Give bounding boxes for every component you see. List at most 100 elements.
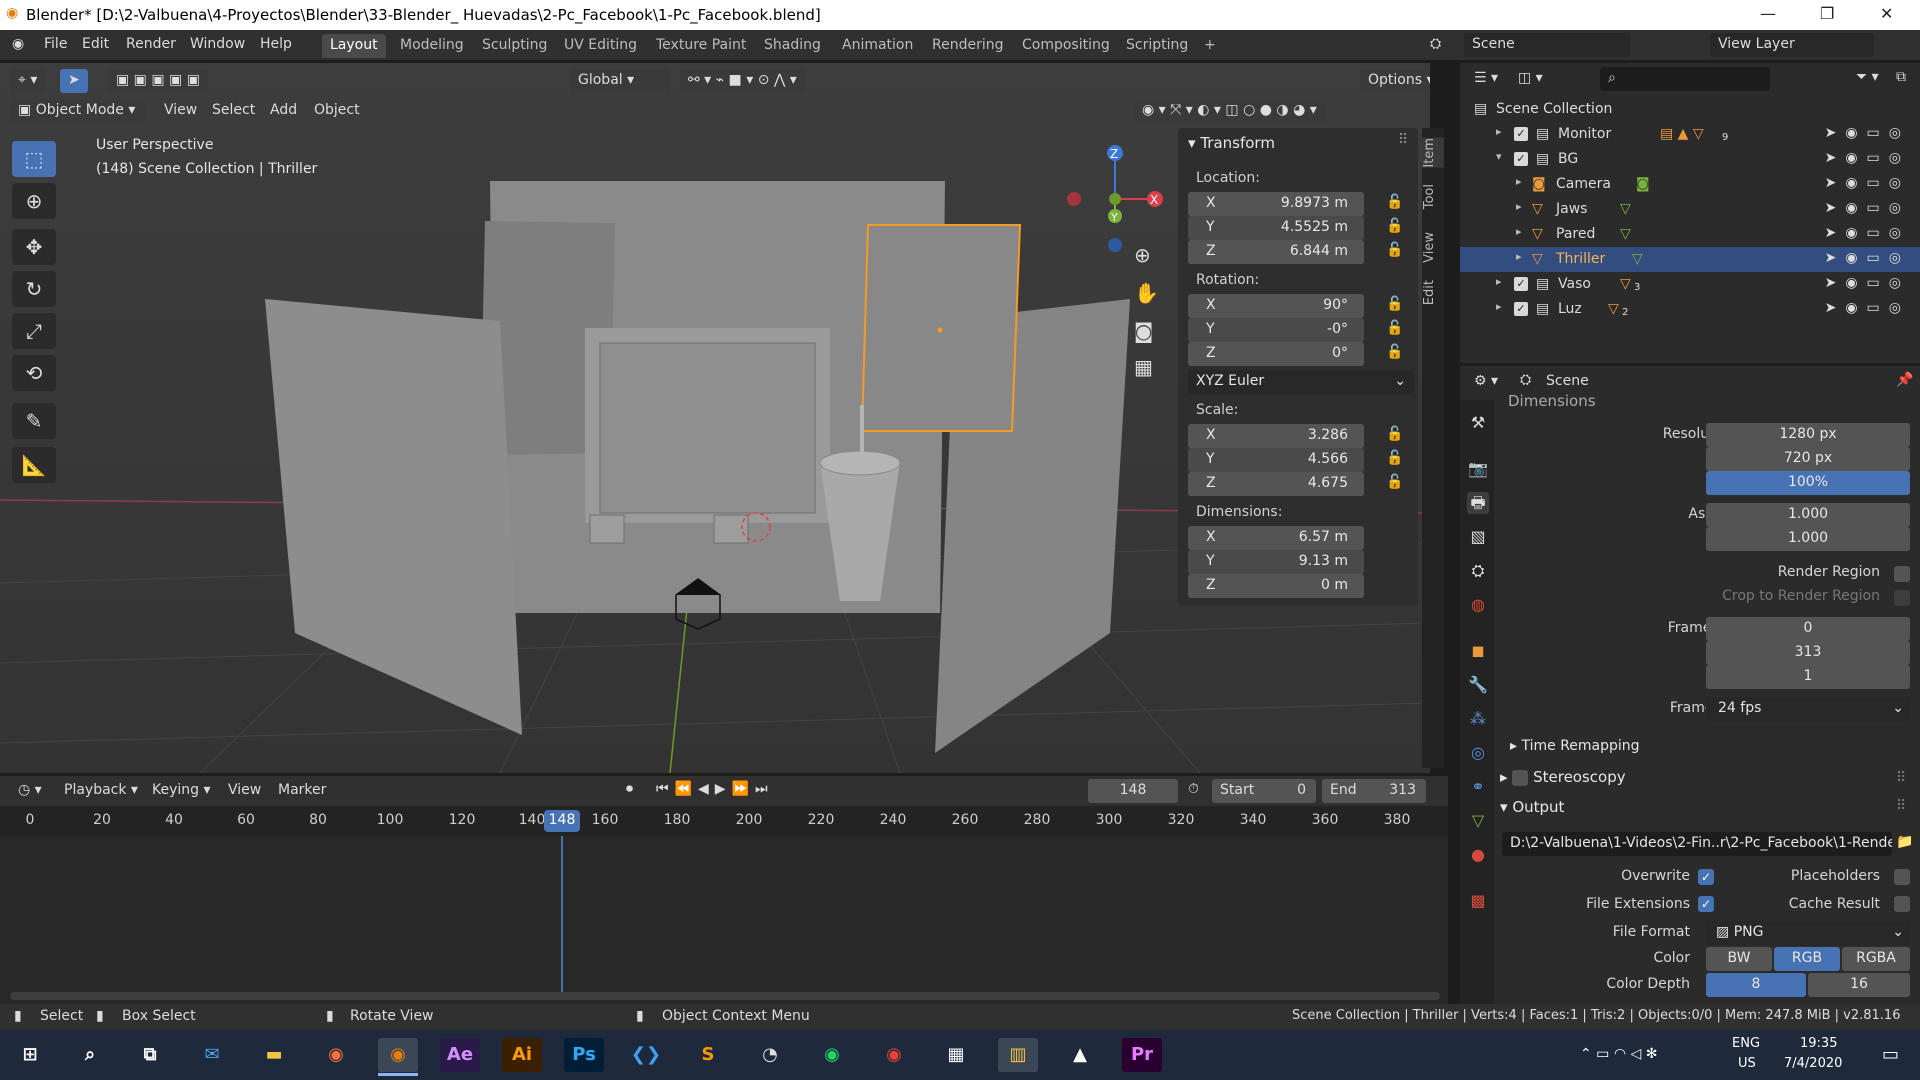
tab-edit[interactable]: Edit xyxy=(1422,280,1444,305)
tool-props-icon[interactable]: ⚒ xyxy=(1467,412,1489,434)
view-layer-props-icon[interactable]: ▧ xyxy=(1467,526,1489,548)
color-rgb-button[interactable]: RGB xyxy=(1774,947,1840,971)
lock-icon[interactable]: 🔓 xyxy=(1386,450,1403,466)
render-props-icon[interactable]: 📷 xyxy=(1467,458,1489,480)
color-depth-8-button[interactable]: 8 xyxy=(1706,973,1806,997)
physics-props-icon[interactable]: ◎ xyxy=(1467,742,1489,764)
data-props-icon[interactable]: ▽ xyxy=(1467,810,1489,832)
timeline-menu-marker[interactable]: Marker xyxy=(278,782,326,798)
vp-menu-add[interactable]: Add xyxy=(270,102,297,118)
outliner-row-luz[interactable]: ▸ ✓ ▤ Luz ▽ 2 ➤◉▭◎ xyxy=(1460,297,1920,322)
object-props-icon[interactable]: ◼ xyxy=(1467,640,1489,662)
dimensions-x-field[interactable]: X 6.57 m xyxy=(1188,526,1364,550)
row-visibility-icons[interactable]: ➤◉▭◎ xyxy=(1825,175,1910,191)
playhead-line[interactable] xyxy=(561,836,563,996)
tab-layout[interactable]: Layout xyxy=(322,34,386,58)
texture-props-icon[interactable]: ▩ xyxy=(1467,890,1489,912)
row-visibility-icons[interactable]: ➤◉▭◎ xyxy=(1825,275,1910,291)
resolution-x-field[interactable]: 1280 px xyxy=(1706,423,1910,447)
expand-arrow-icon[interactable]: ▾ xyxy=(1496,150,1502,163)
clock-app-icon[interactable]: ◔ xyxy=(750,1038,790,1072)
pan-hand-icon[interactable]: ✋ xyxy=(1134,281,1159,305)
drag-handle-icon[interactable]: ⠿ xyxy=(1896,770,1906,786)
location-x-field[interactable]: X 9.8973 m xyxy=(1188,192,1364,216)
filter-icon[interactable]: ⏷ ▾ xyxy=(1856,69,1879,85)
tab-modeling[interactable]: Modeling xyxy=(392,34,472,58)
blender-taskbar-icon[interactable]: ◉ xyxy=(378,1038,418,1076)
illustrator-icon[interactable]: Ai xyxy=(502,1038,542,1072)
timeline-editor-type-button[interactable]: ◷ ▾ xyxy=(10,779,50,803)
menu-file[interactable]: File xyxy=(44,36,67,52)
cursor-tool[interactable]: ⊕ xyxy=(12,183,56,219)
clock-date[interactable]: 7/4/2020 xyxy=(1784,1056,1842,1071)
tab-uv-editing[interactable]: UV Editing xyxy=(556,34,645,58)
timeline-scrollbar[interactable] xyxy=(10,992,1440,1000)
record-button[interactable]: ⏺ xyxy=(626,781,633,797)
expand-arrow-icon[interactable]: ▸ xyxy=(1516,175,1522,188)
tab-scripting[interactable]: Scripting xyxy=(1118,34,1196,58)
placeholders-checkbox[interactable] xyxy=(1894,869,1910,885)
tab-tool[interactable]: Tool xyxy=(1422,184,1444,209)
lock-icon[interactable]: 🔓 xyxy=(1386,320,1403,336)
scale-y-field[interactable]: Y 4.566 xyxy=(1188,448,1364,472)
stereoscopy-panel[interactable]: ▸ Stereoscopy xyxy=(1500,768,1626,786)
resolution-y-field[interactable]: 720 px xyxy=(1706,447,1910,471)
transform-tool[interactable]: ⟲ xyxy=(12,355,56,391)
menu-render[interactable]: Render xyxy=(126,36,176,52)
row-visibility-icons[interactable]: ➤◉▭◎ xyxy=(1825,250,1910,266)
expand-arrow-icon[interactable]: ▸ xyxy=(1496,300,1502,313)
location-y-field[interactable]: Y 4.5525 m xyxy=(1188,216,1364,240)
visibility-overlay-shading-buttons[interactable]: ◉ ▾ ⤧ ▾ ◐ ▾ ◫ ○ ● ◑ ◕ ▾ xyxy=(1134,99,1325,123)
locale-label[interactable]: US xyxy=(1738,1056,1756,1071)
aspect-x-field[interactable]: 1.000 xyxy=(1706,503,1910,527)
notification-icon[interactable]: ▭ xyxy=(1882,1044,1899,1065)
vscode-icon[interactable]: ❮❯ xyxy=(626,1038,666,1072)
rotation-x-field[interactable]: X 90° xyxy=(1188,294,1364,318)
photoshop-icon[interactable]: Ps xyxy=(564,1038,604,1072)
chrome-icon[interactable]: ◉ xyxy=(874,1038,914,1072)
pin-icon[interactable]: 📌 xyxy=(1896,372,1913,388)
tab-rendering[interactable]: Rendering xyxy=(924,34,1012,58)
frame-end-field[interactable]: 313 xyxy=(1706,641,1910,665)
photos-icon[interactable]: ▲ xyxy=(1060,1038,1100,1072)
color-rgba-button[interactable]: RGBA xyxy=(1842,947,1910,971)
timeline-menu-view[interactable]: View xyxy=(228,782,261,798)
aspect-y-field[interactable]: 1.000 xyxy=(1706,527,1910,551)
scene-icon[interactable]: ⛭ xyxy=(1430,36,1441,52)
outliner-row-vaso[interactable]: ▸ ✓ ▤ Vaso ▽ 3 ➤◉▭◎ xyxy=(1460,272,1920,297)
expand-arrow-icon[interactable]: ▸ xyxy=(1516,200,1522,213)
editor-type-button[interactable]: ⌖ ▾ xyxy=(10,69,46,93)
mail-icon[interactable]: ✉ xyxy=(192,1038,232,1072)
transform-orientation-select[interactable]: Global ▾ xyxy=(570,69,670,93)
outliner-row-pared[interactable]: ▸ ▽ Pared ▽ ➤◉▭◎ xyxy=(1460,222,1920,247)
options-button[interactable]: Options ▾ xyxy=(1360,69,1430,93)
row-visibility-icons[interactable]: ➤◉▭◎ xyxy=(1825,225,1910,241)
tab-compositing[interactable]: Compositing xyxy=(1014,34,1118,58)
location-z-field[interactable]: Z 6.844 m xyxy=(1188,240,1364,264)
outliner-editor-type[interactable]: ☰ ▾ xyxy=(1466,67,1507,91)
outliner-row-monitor[interactable]: ▸ ✓ ▤ Monitor ▤ ▲ ▽ 9 ➤◉▭◎ xyxy=(1460,122,1920,147)
file-explorer-icon[interactable]: ▬ xyxy=(254,1038,294,1072)
row-visibility-icons[interactable]: ➤◉▭◎ xyxy=(1825,150,1910,166)
stereoscopy-checkbox[interactable] xyxy=(1512,769,1529,786)
after-effects-icon[interactable]: Ae xyxy=(440,1038,480,1072)
calculator-icon[interactable]: ▦ xyxy=(936,1038,976,1072)
view-layer-selector[interactable]: View Layer xyxy=(1710,33,1874,57)
zoom-icon[interactable]: ⊕ xyxy=(1134,243,1151,267)
end-frame-field[interactable]: End 313 xyxy=(1322,779,1426,803)
outliner-row-jaws[interactable]: ▸ ▽ Jaws ▽ ➤◉▭◎ xyxy=(1460,197,1920,222)
vp-menu-view[interactable]: View xyxy=(164,102,197,118)
frame-rate-select[interactable]: 24 fps ⌄ xyxy=(1706,697,1910,721)
blender-menu-icon[interactable]: ◉ xyxy=(12,36,24,52)
vp-menu-object[interactable]: Object xyxy=(314,102,360,118)
row-visibility-icons[interactable]: ➤◉▭◎ xyxy=(1825,300,1910,316)
lock-icon[interactable]: 🔓 xyxy=(1386,194,1403,210)
transform-panel-title[interactable]: ▾ Transform xyxy=(1188,134,1275,152)
pivot-snapping-buttons[interactable]: ⚯ ▾ ⌁ ■ ▾ ⊙ ⋀ ▾ xyxy=(680,69,805,93)
menu-edit[interactable]: Edit xyxy=(82,36,109,52)
outliner-search-input[interactable]: ⌕ xyxy=(1600,67,1770,91)
playhead-frame-label[interactable]: 148 xyxy=(544,810,580,832)
dimensions-z-field[interactable]: Z 0 m xyxy=(1188,574,1364,598)
selection-mode-buttons[interactable]: ▣ ▣ ▣ ▣ ▣ xyxy=(108,69,208,93)
row-visibility-icons[interactable]: ➤◉▭◎ xyxy=(1825,200,1910,216)
